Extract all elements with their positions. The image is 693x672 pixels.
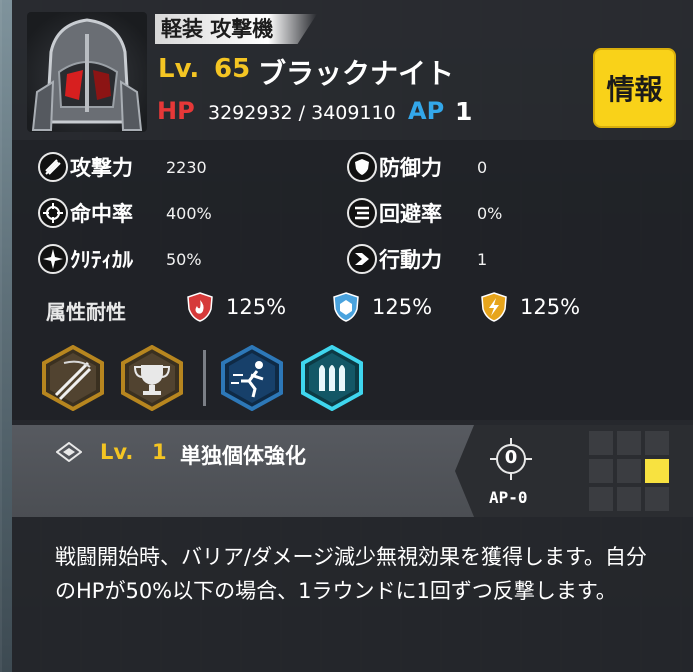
stat-label: 防御力 xyxy=(379,156,442,180)
diamond-icon xyxy=(56,442,82,462)
range-cell xyxy=(617,431,641,455)
stat-label: 命中率 xyxy=(70,202,133,226)
resistance-value: 125% xyxy=(372,295,433,319)
ap-label: AP xyxy=(408,97,445,125)
ammo-skill-icon[interactable] xyxy=(299,345,365,411)
unit-class-tag: 軽装 攻撃機 xyxy=(155,14,317,44)
resistance-ice: 125% xyxy=(332,292,432,322)
stat-defense: 防御力 xyxy=(347,150,442,184)
black-knight-helmet-icon xyxy=(31,18,143,131)
sprint-skill-icon[interactable] xyxy=(219,345,285,411)
range-cell-active xyxy=(645,459,669,483)
resistance-electric: 125% xyxy=(480,292,580,322)
unit-name: ブラックナイト xyxy=(258,57,455,90)
skill-ap-cost: AP-0 xyxy=(489,488,528,507)
info-button[interactable]: 情報 xyxy=(593,48,676,128)
skill-level-label: Lv. xyxy=(100,440,134,464)
resistance-value: 125% xyxy=(520,295,581,319)
stat-value: 400% xyxy=(166,203,212,223)
range-cell xyxy=(589,431,613,455)
target-value: 0 xyxy=(504,447,518,468)
fire-resistance-icon xyxy=(187,292,213,322)
skill-range-grid xyxy=(589,431,671,513)
stat-label: 行動力 xyxy=(379,248,442,272)
trophy-skill-icon[interactable] xyxy=(119,345,185,411)
stat-value: 0 xyxy=(477,157,488,177)
stat-label: ｸﾘﾃｨｶﾙ xyxy=(70,248,133,272)
hp-label: HP xyxy=(157,97,195,125)
attribute-resistance-label: 属性耐性 xyxy=(46,300,126,324)
accuracy-icon xyxy=(38,198,68,228)
stat-value: 50% xyxy=(166,249,202,269)
resistance-value: 125% xyxy=(226,295,287,319)
range-cell xyxy=(589,459,613,483)
evasion-icon xyxy=(347,198,377,228)
range-cell xyxy=(589,487,613,511)
slash-skill-icon[interactable] xyxy=(40,345,106,411)
stat-attack: 攻撃力 xyxy=(38,150,133,184)
stat-critical: ｸﾘﾃｨｶﾙ xyxy=(38,242,133,276)
range-cell xyxy=(617,459,641,483)
attack-icon xyxy=(38,152,68,182)
level-label: Lv. xyxy=(158,54,200,84)
skill-level-value: 1 xyxy=(152,440,167,464)
ice-resistance-icon xyxy=(333,292,359,322)
mobility-icon xyxy=(347,244,377,274)
critical-icon xyxy=(38,244,68,274)
stat-value: 2230 xyxy=(166,157,207,177)
hp-value: 3292932 / 3409110 xyxy=(208,102,396,124)
range-cell xyxy=(617,487,641,511)
range-cell xyxy=(645,431,669,455)
stat-label: 攻撃力 xyxy=(70,156,133,180)
resistance-fire: 125% xyxy=(186,292,286,322)
stat-label: 回避率 xyxy=(379,202,442,226)
ap-value: 1 xyxy=(455,97,473,126)
skill-divider xyxy=(203,350,206,406)
unit-portrait xyxy=(27,12,147,132)
skill-name: 単独個体強化 xyxy=(180,444,306,468)
range-cell xyxy=(645,487,669,511)
stat-value: 1 xyxy=(477,249,488,269)
electric-resistance-icon xyxy=(481,292,507,322)
skill-description: 戦闘開始時、バリア/ダメージ減少無視効果を獲得します。自分のHPが50%以下の場… xyxy=(55,545,647,603)
stat-evasion: 回避率 xyxy=(347,196,442,230)
target-range-icon: 0 xyxy=(488,436,534,482)
stat-value: 0% xyxy=(477,203,503,223)
level-value: 65 xyxy=(214,54,251,84)
stat-accuracy: 命中率 xyxy=(38,196,133,230)
stat-mobility: 行動力 xyxy=(347,242,442,276)
defense-icon xyxy=(347,152,377,182)
